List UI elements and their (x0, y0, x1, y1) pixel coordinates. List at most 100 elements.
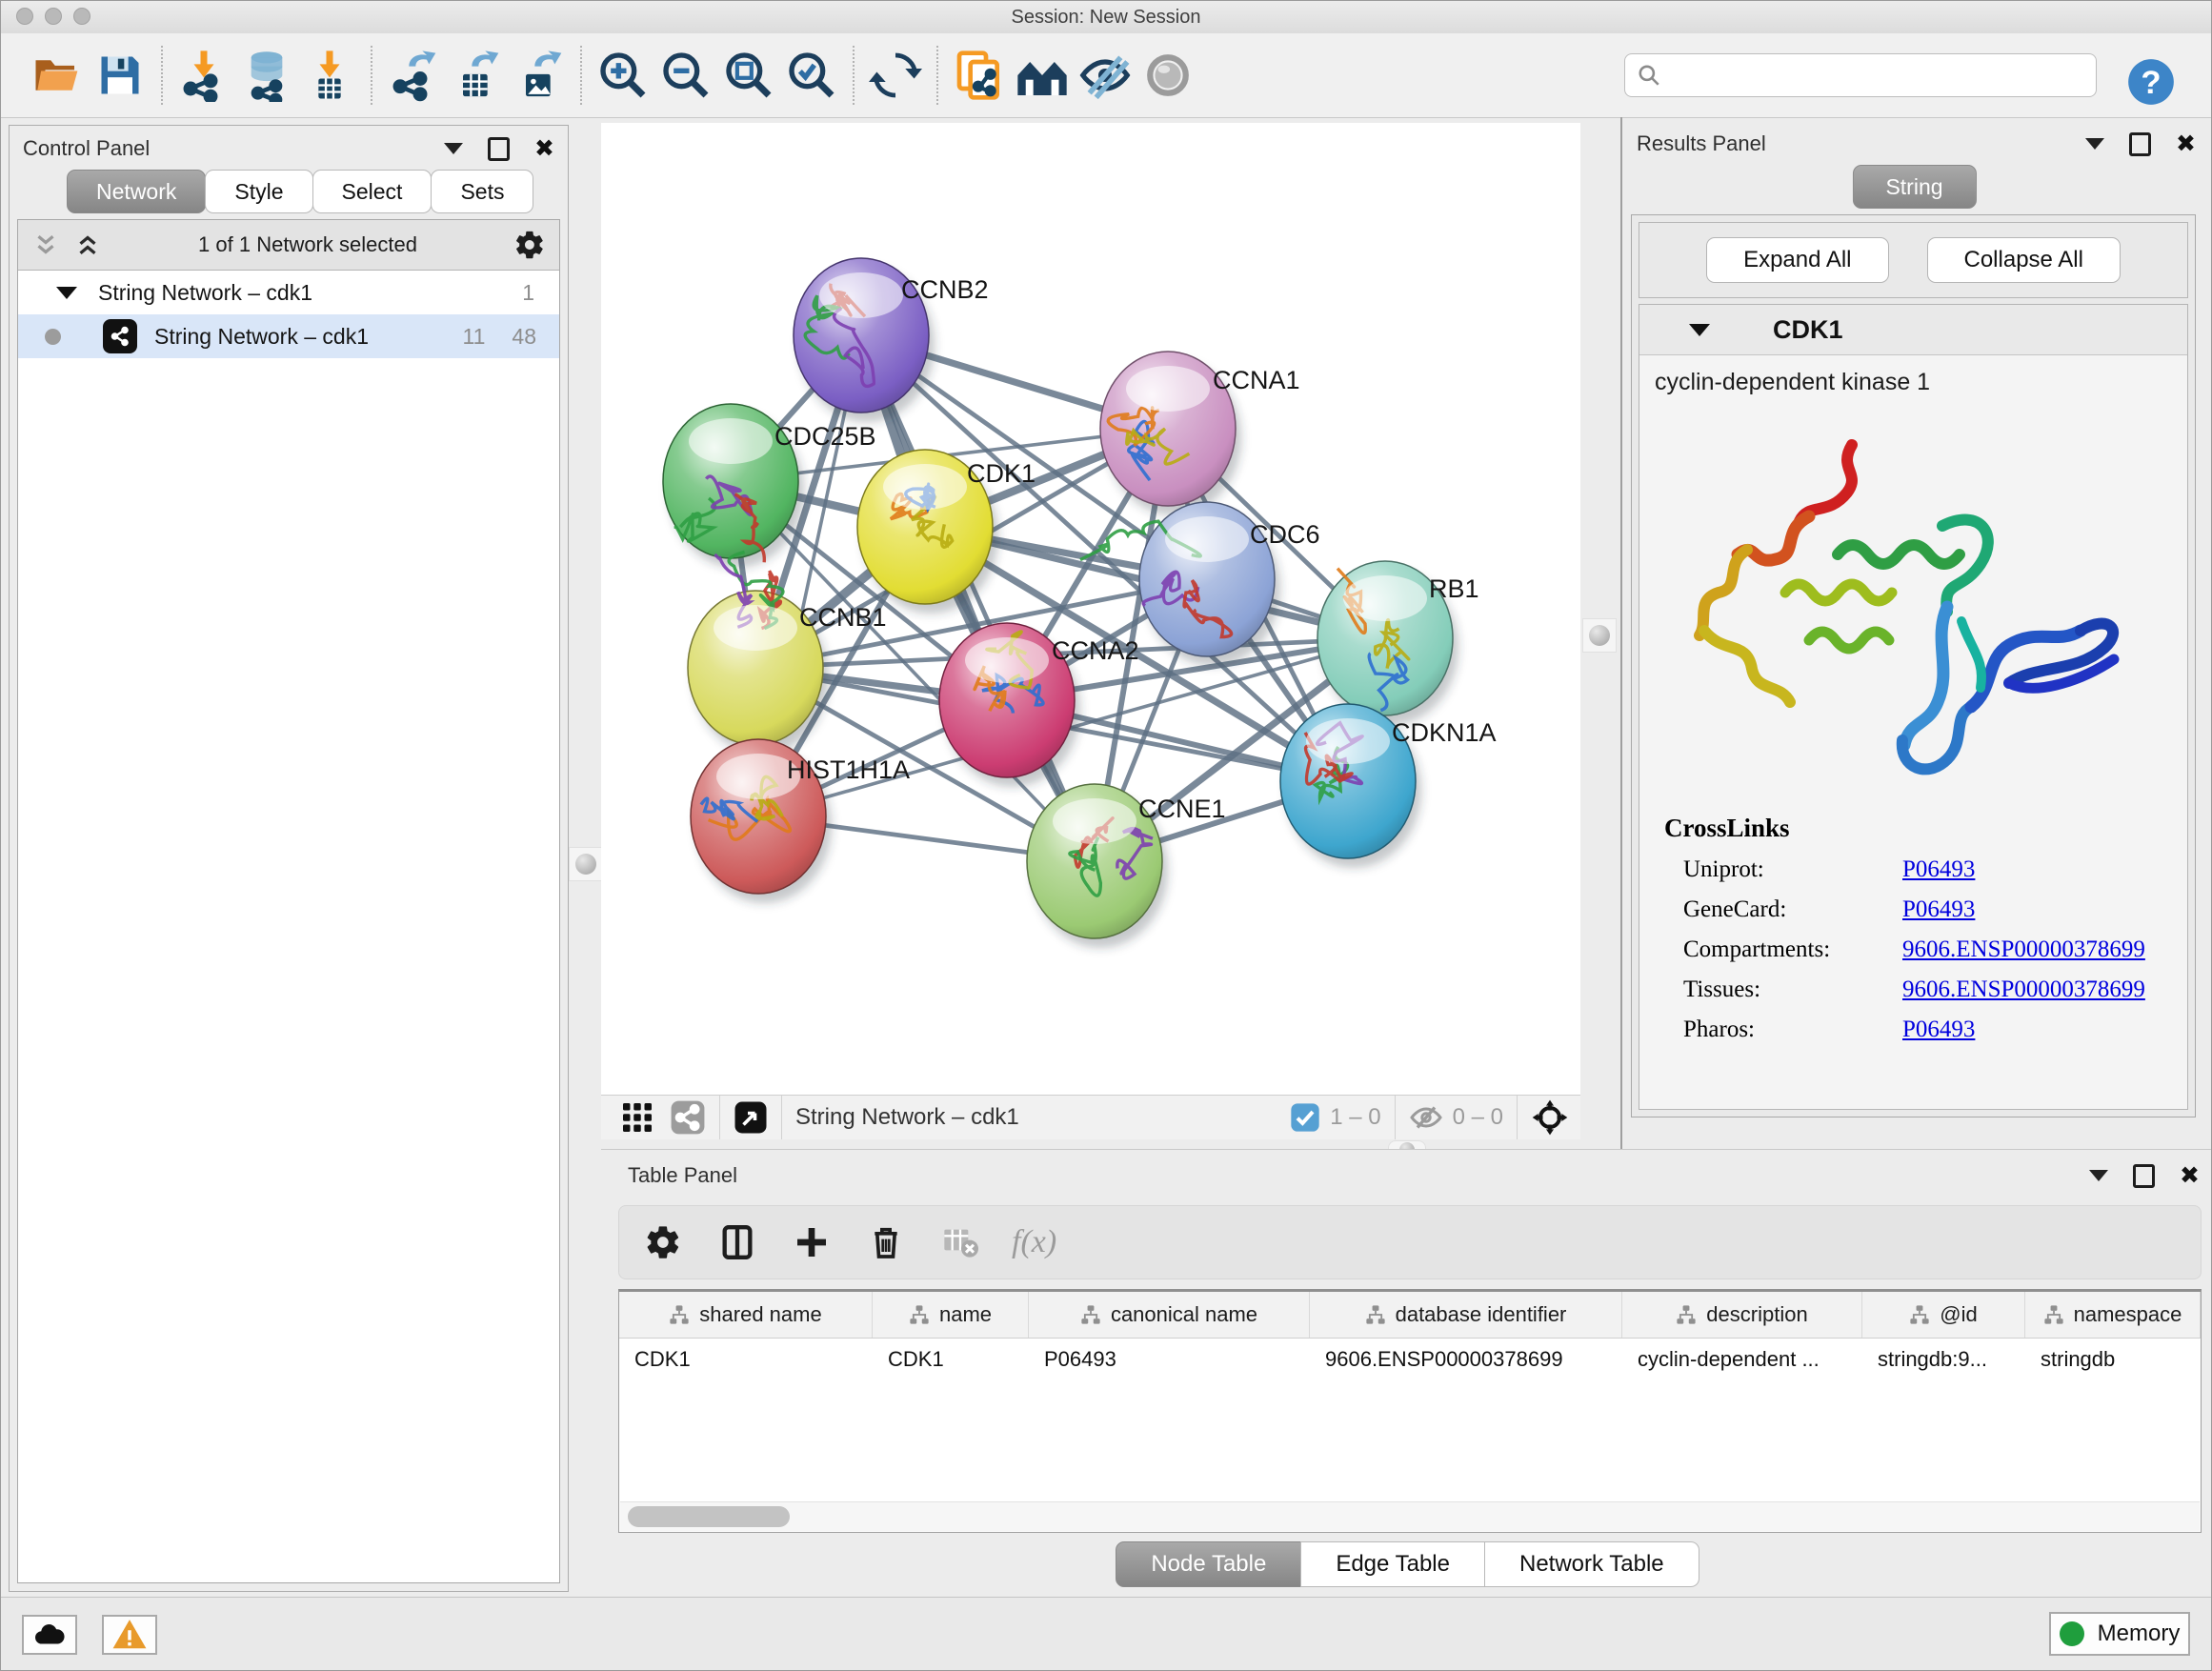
control-panel-tabs: NetworkStyleSelectSets (67, 170, 533, 213)
scrollbar-thumb[interactable] (628, 1506, 790, 1527)
node-CDKN1A[interactable]: CDKN1A (1280, 704, 1497, 868)
cell--id[interactable]: stringdb:9... (1862, 1339, 2025, 1380)
first-neighbors-icon[interactable] (1011, 44, 1074, 107)
cell-name[interactable]: CDK1 (873, 1339, 1029, 1380)
fit-content-crosshair-icon[interactable] (1531, 1098, 1569, 1137)
delete-column-trash-icon[interactable] (863, 1219, 909, 1265)
crosslink-link[interactable]: 9606.ENSP00000378699 (1902, 936, 2145, 963)
search-box[interactable] (1624, 53, 2097, 97)
help-icon[interactable]: ? (2120, 50, 2182, 113)
node-entry-header[interactable]: CDK1 (1639, 305, 2187, 355)
zoom-fit-icon[interactable] (717, 44, 780, 107)
export-network-icon[interactable] (382, 44, 445, 107)
show-hide-selection-icon[interactable] (1074, 44, 1136, 107)
tab-sets[interactable]: Sets (431, 170, 533, 213)
expand-all-button[interactable]: Expand All (1706, 237, 1888, 283)
column-header-database-identifier[interactable]: database identifier (1310, 1292, 1622, 1338)
collapse-all-button[interactable]: Collapse All (1927, 237, 2121, 283)
node-CDK1[interactable]: CDK1 (857, 450, 1036, 614)
crosslink-link[interactable]: 9606.ENSP00000378699 (1902, 976, 2145, 1003)
export-table-icon[interactable] (445, 44, 508, 107)
column-header-description[interactable]: description (1622, 1292, 1862, 1338)
crosslink-label: Compartments: (1683, 936, 1902, 963)
left-splitter-handle[interactable] (569, 847, 603, 881)
zoom-in-icon[interactable] (592, 44, 654, 107)
crosslink-link[interactable]: P06493 (1902, 896, 1975, 923)
network-row-selected[interactable]: String Network – cdk1 11 48 (18, 314, 559, 358)
toggle-graphics-details-icon[interactable] (1136, 44, 1199, 107)
new-network-from-selection-icon[interactable] (948, 44, 1011, 107)
open-session-icon[interactable] (26, 44, 89, 107)
node-HIST1H1A[interactable]: HIST1H1A (691, 739, 910, 903)
crosslink-link[interactable]: P06493 (1902, 1017, 1975, 1043)
selected-checkbox-icon[interactable] (1290, 1102, 1320, 1133)
hidden-eye-slash-icon[interactable] (1409, 1100, 1443, 1135)
panel-collapse-icon[interactable] (2089, 1170, 2108, 1181)
table-horizontal-scrollbar[interactable] (620, 1501, 2200, 1531)
column-header-canonical-name[interactable]: canonical name (1029, 1292, 1310, 1338)
node-CCNE1[interactable]: CCNE1 (1027, 784, 1226, 948)
panel-close-icon[interactable]: ✖ (2180, 1166, 2200, 1185)
string-network-icon[interactable] (670, 1099, 706, 1136)
grid-view-icon[interactable] (620, 1100, 654, 1135)
cell-database-identifier[interactable]: 9606.ENSP00000378699 (1310, 1339, 1622, 1380)
refresh-view-icon[interactable] (864, 44, 927, 107)
network-list-options-gear-icon[interactable] (513, 229, 546, 261)
cloud-icon (31, 1617, 68, 1653)
column-header--id[interactable]: @id (1862, 1292, 2025, 1338)
tab-network-table[interactable]: Network Table (1484, 1541, 1699, 1587)
column-header-namespace[interactable]: namespace (2025, 1292, 2201, 1338)
node-RB1[interactable]: RB1 (1317, 561, 1479, 725)
node-attribute-table[interactable]: shared namenamecanonical namedatabase id… (618, 1289, 2202, 1533)
search-input[interactable] (1671, 62, 2084, 89)
column-header-name[interactable]: name (873, 1292, 1029, 1338)
cell-canonical-name[interactable]: P06493 (1029, 1339, 1310, 1380)
tab-style[interactable]: Style (205, 170, 312, 213)
node-CCNB2[interactable]: CCNB2 (794, 258, 989, 422)
panel-float-icon[interactable] (2133, 1164, 2155, 1188)
toolbar-separator (781, 1096, 782, 1139)
column-header-shared-name[interactable]: shared name (619, 1292, 873, 1338)
create-column-plus-icon[interactable] (789, 1219, 835, 1265)
zoom-selected-icon[interactable] (780, 44, 843, 107)
panel-collapse-icon[interactable] (2085, 138, 2104, 150)
memory-button[interactable]: Memory (2049, 1612, 2190, 1656)
cell-namespace[interactable]: stringdb (2025, 1339, 2201, 1380)
show-columns-icon[interactable] (714, 1219, 760, 1265)
node-CDC25B[interactable]: CDC25B (663, 404, 876, 568)
table-data-row[interactable]: CDK1CDK1P064939606.ENSP00000378699cyclin… (619, 1339, 2201, 1380)
zoom-out-icon[interactable] (654, 44, 717, 107)
tab-string[interactable]: String (1852, 165, 1976, 209)
cell-description[interactable]: cyclin-dependent ... (1622, 1339, 1862, 1380)
save-session-icon[interactable] (89, 44, 151, 107)
node-CCNA1[interactable]: CCNA1 (1100, 352, 1300, 515)
cell-shared-name[interactable]: CDK1 (619, 1339, 873, 1380)
network-view-canvas[interactable]: CCNB2CCNA1CDC25BCDK1CDC6RB1CCNB1CCNA2CDK… (601, 123, 1580, 1095)
import-table-from-file-icon[interactable] (298, 44, 361, 107)
network-collection-row[interactable]: String Network – cdk1 1 (18, 271, 559, 314)
tab-edge-table[interactable]: Edge Table (1300, 1541, 1485, 1587)
crosslink-link[interactable]: P06493 (1902, 856, 1975, 883)
panel-float-icon[interactable] (2129, 132, 2151, 156)
table-options-gear-icon[interactable] (640, 1219, 686, 1265)
tab-select[interactable]: Select (312, 170, 432, 213)
string-app-icon (103, 319, 137, 353)
export-image-icon[interactable] (508, 44, 571, 107)
warning-status-button[interactable] (102, 1615, 157, 1655)
tab-network[interactable]: Network (67, 170, 206, 213)
entry-expand-caret[interactable] (1689, 324, 1710, 336)
collapse-all-icon[interactable] (31, 231, 60, 259)
expand-all-icon[interactable] (73, 231, 102, 259)
panel-collapse-icon[interactable] (444, 143, 463, 154)
import-network-from-database-icon[interactable] (235, 44, 298, 107)
tree-expand-caret[interactable] (56, 287, 77, 299)
import-network-from-file-icon[interactable] (172, 44, 235, 107)
panel-close-icon[interactable]: ✖ (534, 139, 554, 158)
cloud-status-button[interactable] (22, 1615, 77, 1655)
birds-eye-view-icon[interactable] (734, 1100, 768, 1135)
crosslink-row: GeneCard:P06493 (1653, 896, 2174, 923)
panel-close-icon[interactable]: ✖ (2176, 134, 2196, 153)
tab-node-table[interactable]: Node Table (1116, 1541, 1301, 1587)
panel-float-icon[interactable] (488, 137, 510, 161)
right-splitter-handle[interactable] (1582, 618, 1617, 653)
